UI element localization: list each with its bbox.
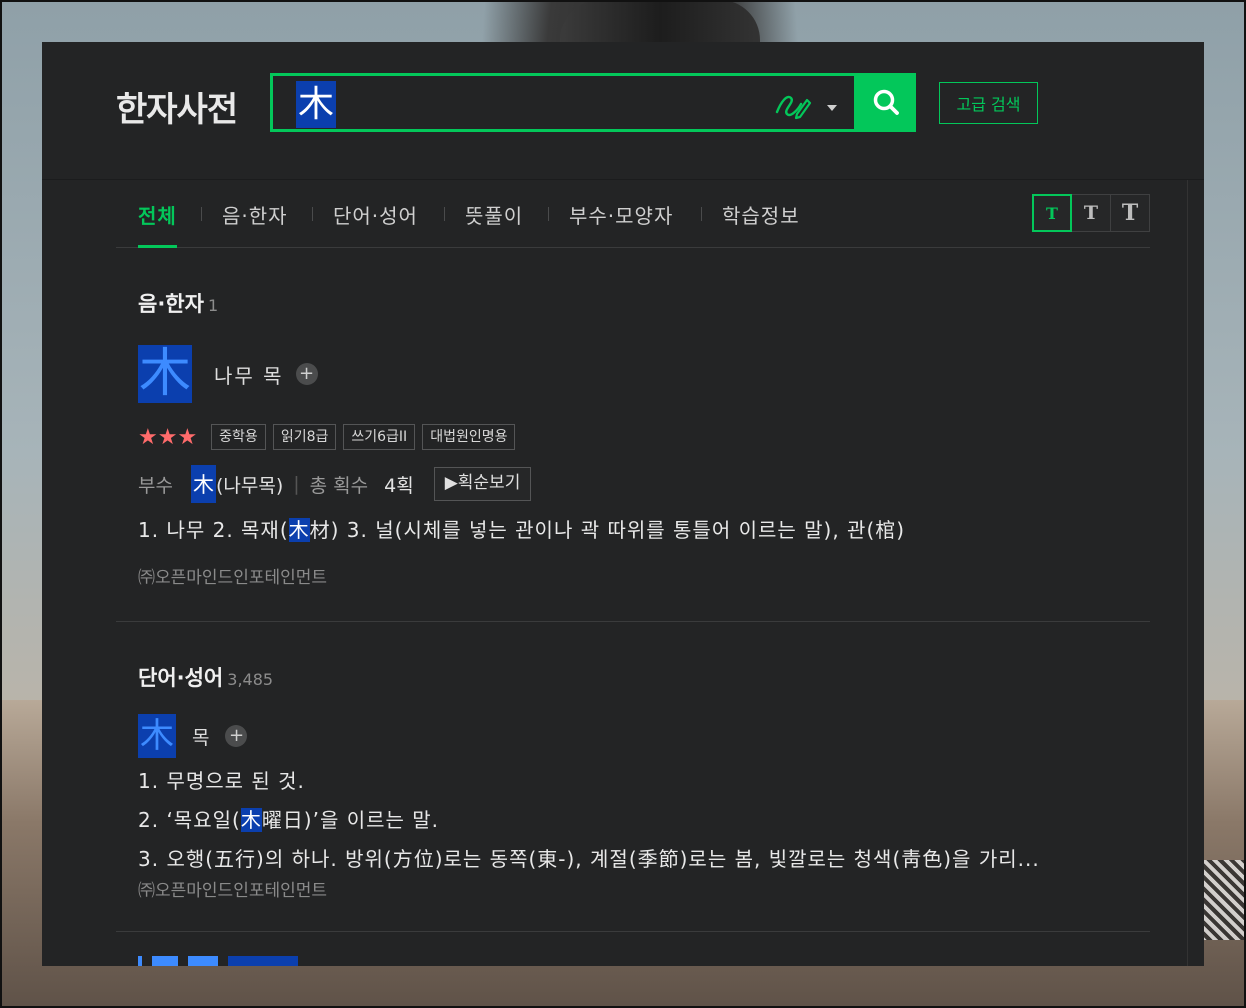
search-input-value[interactable]: 木 bbox=[296, 81, 337, 128]
hanja-character-link[interactable]: 木 bbox=[138, 345, 192, 403]
header: 한자사전 木 고급 검색 bbox=[42, 42, 1204, 180]
level-tag: 읽기8급 bbox=[272, 424, 337, 450]
level-tag: 중학용 bbox=[211, 424, 266, 450]
scrollbar[interactable] bbox=[1187, 180, 1188, 966]
importance-stars: ★★★ bbox=[138, 424, 198, 450]
tab-words-idioms[interactable]: 단어·성어 bbox=[333, 200, 418, 248]
word-definition-1: 1. 무명으로 된 것. bbox=[138, 769, 305, 793]
level-tag: 쓰기6급II bbox=[343, 424, 416, 450]
tab-radical-shape[interactable]: 부수·모양자 bbox=[569, 200, 673, 248]
next-entry-cutoff bbox=[138, 956, 298, 966]
word-entry-header: 木 목 + bbox=[138, 714, 248, 758]
word-hanja-link[interactable]: 木 bbox=[138, 714, 176, 758]
results-area: 전체 음·한자 단어·성어 뜻풀이 부수·모양자 학습정보 T T T 음·한자… bbox=[116, 180, 1150, 966]
radical-name[interactable]: (나무목) bbox=[216, 471, 283, 498]
word-definition-2: 2. ‘목요일(木曜日)’을 이르는 말. bbox=[138, 804, 439, 833]
stroke-order-button[interactable]: ▶획순보기 bbox=[433, 467, 532, 501]
tab-separator bbox=[312, 207, 313, 221]
section-eum-hanja: 음·한자 1 木 나무 목 + ★★★ 중학용 읽기8급 쓰기6급II 대법원인명… bbox=[116, 248, 1150, 622]
tab-all[interactable]: 전체 bbox=[138, 200, 177, 248]
word-reading[interactable]: 목 bbox=[192, 723, 209, 750]
font-size-medium-button[interactable]: T bbox=[1071, 194, 1111, 232]
add-wordbook-plus-icon[interactable]: + bbox=[295, 363, 318, 385]
section-title: 음·한자 1 bbox=[138, 288, 218, 318]
section-title-text: 단어·성어 bbox=[138, 666, 224, 690]
tab-bar: 전체 음·한자 단어·성어 뜻풀이 부수·모양자 학습정보 T T T bbox=[116, 180, 1150, 248]
definition-highlight: 木 bbox=[288, 518, 310, 542]
strokes-label: 총 획수 bbox=[309, 474, 369, 497]
tab-study-info[interactable]: 학습정보 bbox=[722, 200, 800, 248]
definition-text: 曜日)’을 이르는 말. bbox=[261, 808, 440, 832]
chevron-down-icon[interactable] bbox=[825, 98, 839, 111]
hanja-definition: 1. 나무 2. 목재(木材) 3. 널(시체를 넣는 관이나 곽 따위를 통틀… bbox=[138, 514, 905, 543]
definition-text: 2. ‘목요일( bbox=[138, 808, 241, 832]
dictionary-panel: 한자사전 木 고급 검색 전체 음·한자 단어·성어 뜻풀이 부수·모양자 학습… bbox=[42, 42, 1204, 966]
search-button[interactable] bbox=[857, 73, 916, 132]
tab-separator bbox=[444, 207, 445, 221]
hanja-reading[interactable]: 나무 목 bbox=[214, 360, 284, 389]
font-size-toggle: T T T bbox=[1032, 194, 1150, 232]
meta-separator: | bbox=[293, 473, 300, 495]
section-title: 단어·성어 3,485 bbox=[138, 662, 273, 692]
hanja-level-row: ★★★ 중학용 읽기8급 쓰기6급II 대법원인명용 bbox=[138, 424, 516, 450]
strokes-value: 4획 bbox=[384, 474, 414, 497]
tab-meanings[interactable]: 뜻풀이 bbox=[465, 200, 523, 248]
search-icon bbox=[873, 89, 899, 115]
section-count: 3,485 bbox=[227, 670, 274, 689]
section-count: 1 bbox=[207, 296, 219, 315]
font-size-small-button[interactable]: T bbox=[1032, 194, 1072, 232]
definition-text: 材) 3. 널(시체를 넣는 관이나 곽 따위를 통틀어 이르는 말), 관(棺… bbox=[309, 518, 906, 542]
radical-strokes-row: 부수 木 (나무목) | 총 획수 4획 ▶획순보기 bbox=[138, 465, 532, 503]
definition-highlight: 木 bbox=[240, 808, 262, 832]
handwriting-pen-icon[interactable] bbox=[773, 88, 813, 120]
section-words-idioms: 단어·성어 3,485 木 목 + 1. 무명으로 된 것. 2. ‘목요일(木曜… bbox=[116, 622, 1150, 932]
word-definition-3: 3. 오행(五行)의 하나. 방위(方位)로는 동쪽(東-), 계절(季節)로는… bbox=[138, 847, 1040, 871]
font-size-large-button[interactable]: T bbox=[1110, 194, 1150, 232]
search-input[interactable]: 木 bbox=[270, 73, 857, 132]
tab-separator bbox=[201, 207, 202, 221]
radical-hanja-link[interactable]: 木 bbox=[190, 465, 216, 503]
tab-separator bbox=[701, 207, 702, 221]
add-wordbook-plus-icon[interactable]: + bbox=[225, 725, 248, 747]
tab-separator bbox=[548, 207, 549, 221]
source-credit: ㈜오픈마인드인포테인먼트 bbox=[138, 568, 328, 588]
next-entry-hanja-strip bbox=[138, 956, 298, 966]
definition-text: 1. 나무 2. 목재( bbox=[138, 518, 289, 542]
hanja-entry-header: 木 나무 목 + bbox=[138, 345, 318, 403]
advanced-search-button[interactable]: 고급 검색 bbox=[939, 82, 1038, 124]
logo[interactable]: 한자사전 bbox=[116, 82, 238, 131]
source-credit: ㈜오픈마인드인포테인먼트 bbox=[138, 881, 328, 901]
radical-label: 부수 bbox=[138, 474, 173, 497]
tab-eum-hanja[interactable]: 음·한자 bbox=[222, 200, 288, 248]
section-title-text: 음·한자 bbox=[138, 292, 204, 316]
level-tag: 대법원인명용 bbox=[422, 424, 516, 450]
